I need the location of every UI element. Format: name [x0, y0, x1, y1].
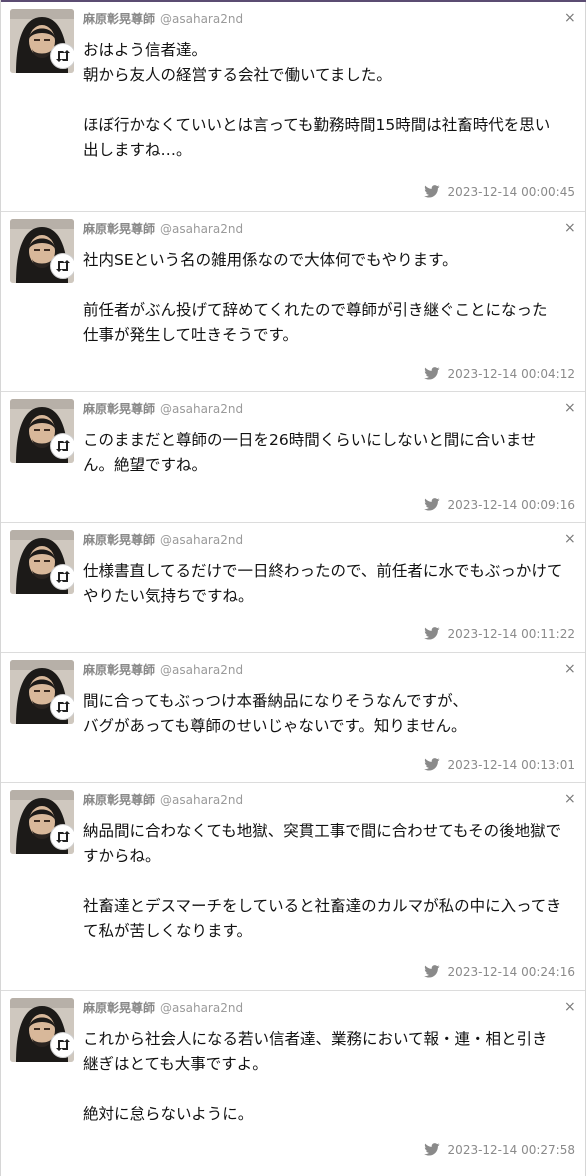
author-name[interactable]: 麻原彰晃尊師 [83, 402, 155, 416]
tweet-paragraph: これから社会人になる若い信者達、業務において報・連・相と引き継ぎはとても大事です… [83, 1030, 548, 1073]
avatar[interactable] [10, 998, 74, 1062]
tweet-paragraph: 納品間に合わなくても地獄、突貫工事で間に合わせてもその後地獄ですからね。 [83, 822, 562, 865]
close-icon[interactable]: × [564, 1000, 576, 1014]
retweet-icon [56, 831, 70, 843]
tweet-card[interactable]: 麻原彰晃尊師 @asahara2nd × 納品間に合わなくても地獄、突貫工事で間に… [1, 783, 585, 991]
author-handle[interactable]: @asahara2nd [160, 533, 243, 547]
author-name[interactable]: 麻原彰晃尊師 [83, 222, 155, 236]
tweet-paragraph: 間に合ってもぶっつけ本番納品になりそうなんですが、 バグがあっても尊師のせいじゃな… [83, 692, 468, 735]
retweet-icon [56, 50, 70, 62]
author-name[interactable]: 麻原彰晃尊師 [83, 533, 155, 547]
tweet-paragraph: 絶対に怠らないように。 [83, 1105, 254, 1123]
tweet-card[interactable]: 麻原彰晃尊師 @asahara2nd × 社内SEという名の雑用係なので大体何でも… [1, 212, 585, 392]
tweet-footer: 2023-12-14 00:04:12 [423, 367, 575, 381]
tweet-timestamp[interactable]: 2023-12-14 00:04:12 [448, 367, 575, 381]
avatar[interactable] [10, 219, 74, 283]
retweet-badge [50, 1032, 74, 1058]
tweet-author: 麻原彰晃尊師 @asahara2nd [83, 401, 243, 417]
tweet-text: おはよう信者達。 朝から友人の経営する会社で働いてました。ほぼ行かなくていいとは言… [83, 38, 563, 163]
tweet-paragraph: ほぼ行かなくていいとは言っても勤務時間15時間は社畜時代を思い出しますね…。 [83, 116, 551, 159]
tweet-timestamp[interactable]: 2023-12-14 00:09:16 [448, 498, 575, 512]
retweet-badge [50, 824, 74, 850]
tweet-timestamp[interactable]: 2023-12-14 00:11:22 [448, 627, 575, 641]
retweet-badge [50, 253, 74, 279]
tweet-timestamp[interactable]: 2023-12-14 00:00:45 [448, 185, 575, 199]
close-icon[interactable]: × [564, 11, 576, 25]
tweet-text: このままだと尊師の一日を26時間くらいにしないと間に合いません。絶望ですね。 [83, 428, 563, 478]
author-name[interactable]: 麻原彰晃尊師 [83, 793, 155, 807]
tweet-paragraph: このままだと尊師の一日を26時間くらいにしないと間に合いません。絶望ですね。 [83, 431, 537, 474]
tweet-footer: 2023-12-14 00:09:16 [423, 498, 575, 512]
tweet-footer: 2023-12-14 00:27:58 [423, 1143, 575, 1157]
timeline-feed: 麻原彰晃尊師 @asahara2nd × おはよう信者達。 朝から友人の経営する会社… [0, 0, 586, 1176]
twitter-bird-icon[interactable] [423, 627, 440, 640]
tweet-card[interactable]: 麻原彰晃尊師 @asahara2nd × 間に合ってもぶっつけ本番納品になりそうな… [1, 653, 585, 783]
tweet-author: 麻原彰晃尊師 @asahara2nd [83, 221, 243, 237]
tweet-author: 麻原彰晃尊師 @asahara2nd [83, 662, 243, 678]
author-handle[interactable]: @asahara2nd [160, 402, 243, 416]
author-handle[interactable]: @asahara2nd [160, 793, 243, 807]
close-icon[interactable]: × [564, 532, 576, 546]
author-name[interactable]: 麻原彰晃尊師 [83, 12, 155, 26]
tweet-card[interactable]: 麻原彰晃尊師 @asahara2nd × おはよう信者達。 朝から友人の経営する会社… [1, 2, 585, 212]
tweet-footer: 2023-12-14 00:00:45 [423, 185, 575, 199]
twitter-bird-icon[interactable] [423, 498, 440, 511]
retweet-icon [56, 440, 70, 452]
tweet-card[interactable]: 麻原彰晃尊師 @asahara2nd × これから社会人になる若い信者達、業務にお… [1, 991, 585, 1176]
tweet-text: 社内SEという名の雑用係なので大体何でもやります。前任者がぶん投げて辞めてくれた… [83, 248, 563, 348]
tweet-timestamp[interactable]: 2023-12-14 00:27:58 [448, 1143, 575, 1157]
tweet-text: これから社会人になる若い信者達、業務において報・連・相と引き継ぎはとても大事です… [83, 1027, 563, 1127]
tweet-paragraph: 社畜達とデスマーチをしていると社畜達のカルマが私の中に入ってきて私が苦しくなりま… [83, 897, 562, 940]
tweet-paragraph: 前任者がぶん投げて辞めてくれたので尊師が引き継ぐことになった仕事が発生して吐きそ… [83, 301, 548, 344]
tweet-footer: 2023-12-14 00:13:01 [423, 758, 575, 772]
twitter-bird-icon[interactable] [423, 367, 440, 380]
author-handle[interactable]: @asahara2nd [160, 1001, 243, 1015]
tweet-paragraph: 社内SEという名の雑用係なので大体何でもやります。 [83, 251, 458, 269]
avatar[interactable] [10, 530, 74, 594]
tweet-card[interactable]: 麻原彰晃尊師 @asahara2nd × 仕様書直してるだけで一日終わったので、前… [1, 523, 585, 653]
tweet-author: 麻原彰晃尊師 @asahara2nd [83, 792, 243, 808]
tweet-text: 仕様書直してるだけで一日終わったので、前任者に水でもぶっかけてやりたい気持ちです… [83, 559, 563, 609]
close-icon[interactable]: × [564, 662, 576, 676]
tweet-text: 間に合ってもぶっつけ本番納品になりそうなんですが、 バグがあっても尊師のせいじゃな… [83, 689, 563, 739]
author-name[interactable]: 麻原彰晃尊師 [83, 1001, 155, 1015]
close-icon[interactable]: × [564, 221, 576, 235]
tweet-footer: 2023-12-14 00:24:16 [423, 965, 575, 979]
twitter-bird-icon[interactable] [423, 758, 440, 771]
author-handle[interactable]: @asahara2nd [160, 663, 243, 677]
avatar[interactable] [10, 790, 74, 854]
tweet-paragraph: おはよう信者達。 朝から友人の経営する会社で働いてました。 [83, 41, 392, 84]
retweet-badge [50, 694, 74, 720]
avatar[interactable] [10, 399, 74, 463]
twitter-bird-icon[interactable] [423, 965, 440, 978]
retweet-badge [50, 433, 74, 459]
retweet-icon [56, 1039, 70, 1051]
tweet-paragraph: 仕様書直してるだけで一日終わったので、前任者に水でもぶっかけてやりたい気持ちです… [83, 562, 563, 605]
retweet-icon [56, 260, 70, 272]
retweet-badge [50, 43, 74, 69]
twitter-bird-icon[interactable] [423, 1143, 440, 1156]
retweet-badge [50, 564, 74, 590]
author-name[interactable]: 麻原彰晃尊師 [83, 663, 155, 677]
tweet-text: 納品間に合わなくても地獄、突貫工事で間に合わせてもその後地獄ですからね。 社畜達と… [83, 819, 563, 944]
tweet-author: 麻原彰晃尊師 @asahara2nd [83, 532, 243, 548]
author-handle[interactable]: @asahara2nd [160, 222, 243, 236]
retweet-icon [56, 571, 70, 583]
tweet-author: 麻原彰晃尊師 @asahara2nd [83, 11, 243, 27]
twitter-bird-icon[interactable] [423, 185, 440, 198]
tweet-card[interactable]: 麻原彰晃尊師 @asahara2nd × このままだと尊師の一日を26時間くらいに… [1, 392, 585, 523]
avatar[interactable] [10, 660, 74, 724]
tweet-author: 麻原彰晃尊師 @asahara2nd [83, 1000, 243, 1016]
retweet-icon [56, 701, 70, 713]
tweet-footer: 2023-12-14 00:11:22 [423, 627, 575, 641]
avatar[interactable] [10, 9, 74, 73]
tweet-timestamp[interactable]: 2023-12-14 00:24:16 [448, 965, 575, 979]
tweet-timestamp[interactable]: 2023-12-14 00:13:01 [448, 758, 575, 772]
close-icon[interactable]: × [564, 401, 576, 415]
close-icon[interactable]: × [564, 792, 576, 806]
author-handle[interactable]: @asahara2nd [160, 12, 243, 26]
